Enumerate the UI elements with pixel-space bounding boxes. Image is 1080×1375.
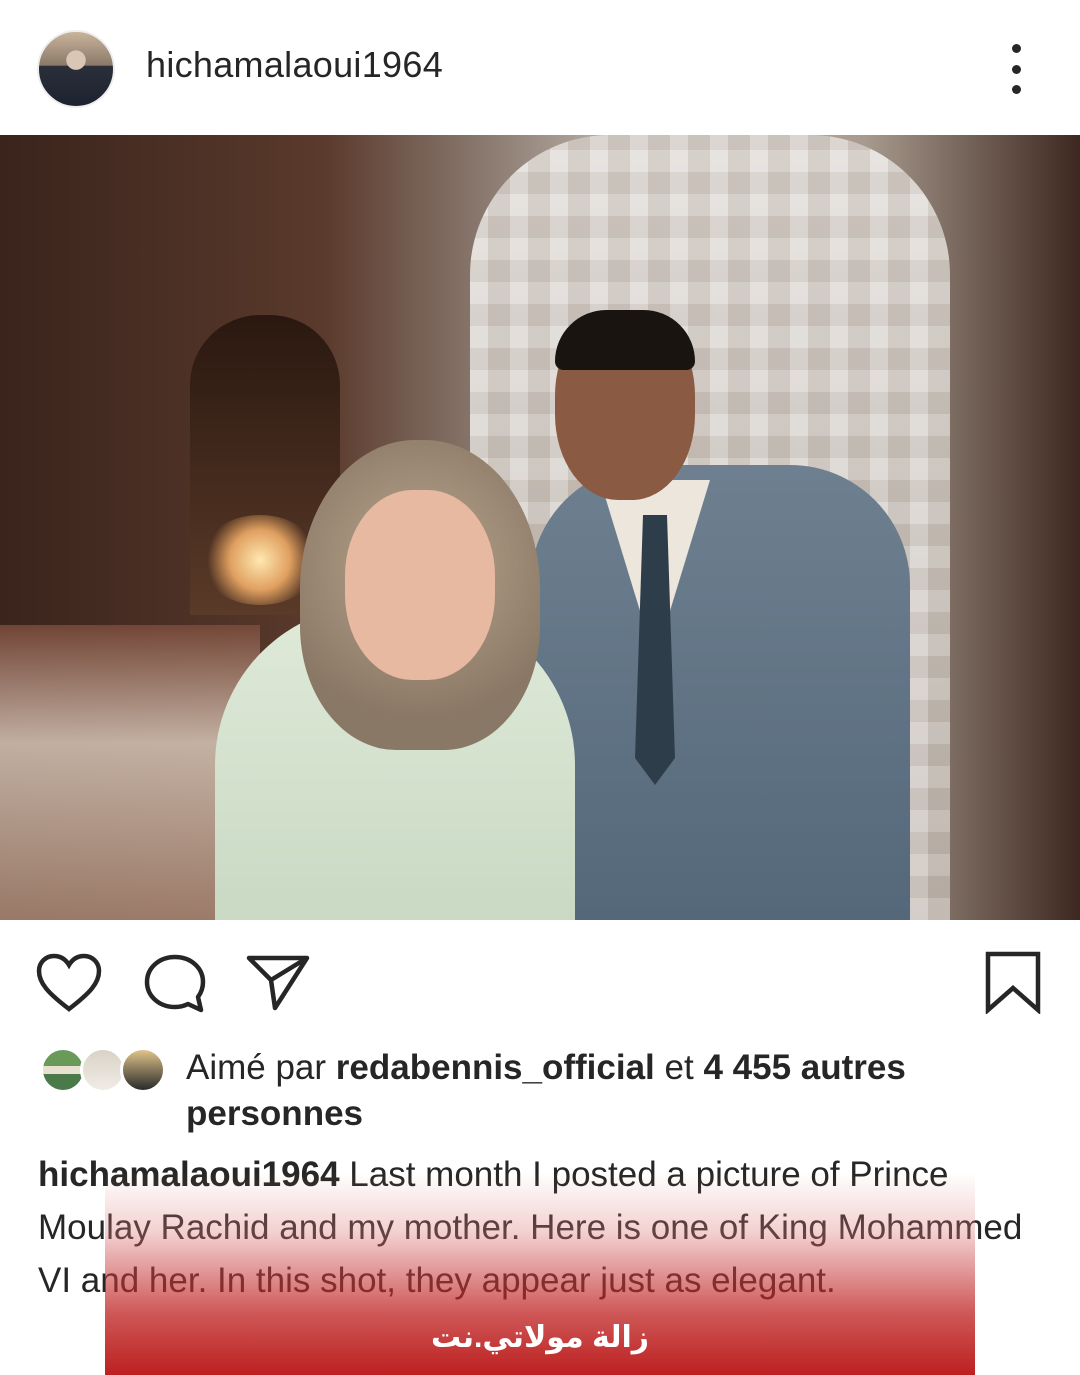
bookmark-icon[interactable] (983, 950, 1043, 1014)
comment-icon[interactable] (143, 953, 207, 1015)
top-liker[interactable]: redabennis_official (336, 1048, 655, 1087)
post-image[interactable] (0, 135, 1080, 920)
post-caption: hichamalaoui1964 Last month I posted a p… (38, 1148, 1038, 1307)
likes-prefix: Aimé par (186, 1048, 327, 1087)
liker-avatars[interactable] (40, 1047, 170, 1095)
post-username[interactable]: hichamalaoui1964 (146, 44, 443, 86)
watermark-text: زالة مولاتي.نت (430, 1321, 650, 1354)
likes-summary[interactable]: Aimé par redabennis_official et 4 455 au… (186, 1045, 1046, 1137)
likes-conjunction: et (664, 1048, 694, 1087)
heart-icon[interactable] (36, 953, 102, 1013)
post-header: hichamalaoui1964 (0, 0, 1080, 135)
man-hair (555, 310, 695, 370)
man-suit (530, 465, 910, 920)
share-icon[interactable] (245, 953, 311, 1013)
woman-face (345, 490, 495, 680)
avatar[interactable] (37, 30, 115, 108)
caption-username[interactable]: hichamalaoui1964 (38, 1155, 340, 1194)
liker-avatar (120, 1047, 166, 1093)
more-options-icon[interactable] (1001, 44, 1031, 94)
post-actions (0, 920, 1080, 1040)
